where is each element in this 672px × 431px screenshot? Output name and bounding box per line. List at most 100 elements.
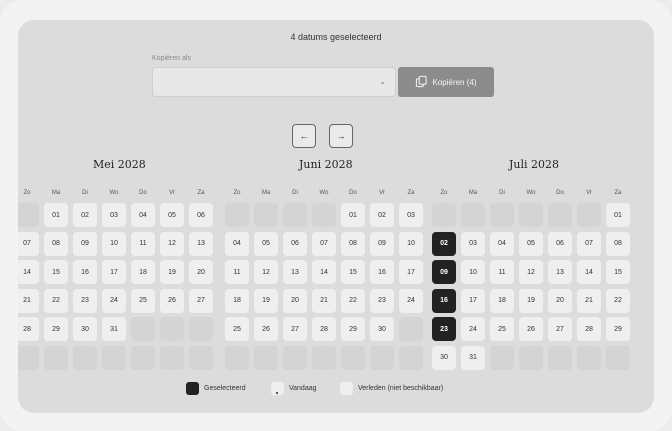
day-cell[interactable]: 17 xyxy=(102,260,126,284)
day-cell[interactable]: 07 xyxy=(312,231,336,256)
day-cell[interactable]: 06 xyxy=(283,231,307,256)
day-cell[interactable]: 08 xyxy=(44,231,68,256)
day-cell[interactable]: 05 xyxy=(254,231,278,256)
day-cell[interactable]: 11 xyxy=(490,260,514,284)
day-cell[interactable]: 04 xyxy=(225,231,249,256)
day-cell[interactable]: 05 xyxy=(519,231,543,256)
day-cell[interactable]: 20 xyxy=(548,288,572,313)
day-cell[interactable]: 10 xyxy=(102,231,126,256)
day-cell[interactable]: 12 xyxy=(254,260,278,284)
day-cell[interactable]: 29 xyxy=(341,317,365,341)
day-cell[interactable]: 21 xyxy=(577,288,601,313)
day-cell[interactable]: 04 xyxy=(490,231,514,256)
day-cell[interactable]: 10 xyxy=(461,260,485,284)
day-cell[interactable]: 15 xyxy=(44,260,68,284)
day-cell[interactable]: 07 xyxy=(577,231,601,256)
day-cell[interactable]: 03 xyxy=(461,231,485,256)
day-cell[interactable]: 21 xyxy=(18,288,39,313)
day-cell[interactable]: 15 xyxy=(606,260,630,284)
day-cell[interactable]: 24 xyxy=(399,288,423,313)
next-month-button[interactable]: → xyxy=(329,124,353,148)
day-cell[interactable]: 15 xyxy=(341,260,365,284)
day-cell[interactable]: 16 xyxy=(432,288,456,313)
day-cell[interactable]: 30 xyxy=(73,317,97,341)
day-cell[interactable]: 12 xyxy=(160,231,184,256)
day-cell[interactable]: 24 xyxy=(461,317,485,341)
day-cell[interactable]: 23 xyxy=(73,288,97,313)
day-cell[interactable]: 03 xyxy=(399,203,423,227)
day-cell[interactable]: 19 xyxy=(160,260,184,284)
day-cell[interactable]: 21 xyxy=(312,288,336,313)
day-cell[interactable]: 18 xyxy=(225,288,249,313)
day-cell[interactable]: 20 xyxy=(189,260,213,284)
day-cell[interactable]: 25 xyxy=(225,317,249,341)
day-cell[interactable]: 17 xyxy=(461,288,485,313)
day-cell[interactable]: 01 xyxy=(44,203,68,227)
day-cell[interactable]: 28 xyxy=(577,317,601,341)
day-cell[interactable]: 11 xyxy=(225,260,249,284)
day-cell[interactable]: 13 xyxy=(283,260,307,284)
day-cell[interactable]: 26 xyxy=(254,317,278,341)
day-cell[interactable]: 14 xyxy=(577,260,601,284)
day-cell[interactable]: 29 xyxy=(606,317,630,341)
day-cell[interactable]: 26 xyxy=(160,288,184,313)
day-cell[interactable]: 10 xyxy=(399,231,423,256)
day-cell[interactable]: 25 xyxy=(490,317,514,341)
day-cell[interactable]: 18 xyxy=(131,260,155,284)
day-cell[interactable]: 30 xyxy=(370,317,394,341)
day-cell[interactable]: 02 xyxy=(432,231,456,256)
day-cell[interactable]: 06 xyxy=(189,203,213,227)
weekday-label: Ma xyxy=(51,190,61,196)
day-cell[interactable]: 31 xyxy=(461,345,485,370)
day-cell[interactable]: 03 xyxy=(102,203,126,227)
day-cell[interactable]: 16 xyxy=(73,260,97,284)
day-cell[interactable]: 06 xyxy=(548,231,572,256)
day-cell[interactable]: 13 xyxy=(189,231,213,256)
day-cell[interactable]: 05 xyxy=(160,203,184,227)
copy-button[interactable]: Kopiëren (4) xyxy=(398,67,494,97)
day-cell[interactable]: 09 xyxy=(370,231,394,256)
day-cell[interactable]: 31 xyxy=(102,317,126,341)
day-cell[interactable]: 23 xyxy=(370,288,394,313)
day-cell[interactable]: 01 xyxy=(606,203,630,227)
weekday-label: Ma xyxy=(468,190,478,196)
day-cell[interactable]: 19 xyxy=(254,288,278,313)
day-cell[interactable]: 19 xyxy=(519,288,543,313)
day-cell[interactable]: 24 xyxy=(102,288,126,313)
copy-as-select[interactable]: ⌄ xyxy=(152,67,396,97)
day-cell[interactable]: 30 xyxy=(432,345,456,370)
day-cell[interactable]: 11 xyxy=(131,231,155,256)
day-cell[interactable]: 17 xyxy=(399,260,423,284)
day-cell[interactable]: 25 xyxy=(131,288,155,313)
prev-month-button[interactable]: ← xyxy=(292,124,316,148)
day-cell[interactable]: 27 xyxy=(189,288,213,313)
day-cell[interactable]: 13 xyxy=(548,260,572,284)
day-cell[interactable]: 14 xyxy=(18,260,39,284)
day-cell[interactable]: 01 xyxy=(341,203,365,227)
day-cell[interactable]: 02 xyxy=(370,203,394,227)
day-cell[interactable]: 20 xyxy=(283,288,307,313)
day-cell[interactable]: 22 xyxy=(44,288,68,313)
day-cell[interactable]: 27 xyxy=(283,317,307,341)
day-cell[interactable]: 18 xyxy=(490,288,514,313)
day-cell[interactable]: 09 xyxy=(73,231,97,256)
day-cell[interactable]: 14 xyxy=(312,260,336,284)
day-cell[interactable]: 04 xyxy=(131,203,155,227)
day-cell[interactable]: 12 xyxy=(519,260,543,284)
day-empty xyxy=(490,203,514,227)
day-cell[interactable]: 08 xyxy=(606,231,630,256)
day-cell[interactable]: 09 xyxy=(432,260,456,284)
day-cell[interactable]: 27 xyxy=(548,317,572,341)
day-cell[interactable]: 29 xyxy=(44,317,68,341)
day-cell[interactable]: 16 xyxy=(370,260,394,284)
day-cell[interactable]: 02 xyxy=(73,203,97,227)
day-empty xyxy=(312,345,336,370)
day-cell[interactable]: 08 xyxy=(341,231,365,256)
day-cell[interactable]: 26 xyxy=(519,317,543,341)
day-cell[interactable]: 22 xyxy=(606,288,630,313)
day-cell[interactable]: 28 xyxy=(18,317,39,341)
day-cell[interactable]: 22 xyxy=(341,288,365,313)
day-cell[interactable]: 23 xyxy=(432,317,456,341)
day-cell[interactable]: 28 xyxy=(312,317,336,341)
day-cell[interactable]: 07 xyxy=(18,231,39,256)
